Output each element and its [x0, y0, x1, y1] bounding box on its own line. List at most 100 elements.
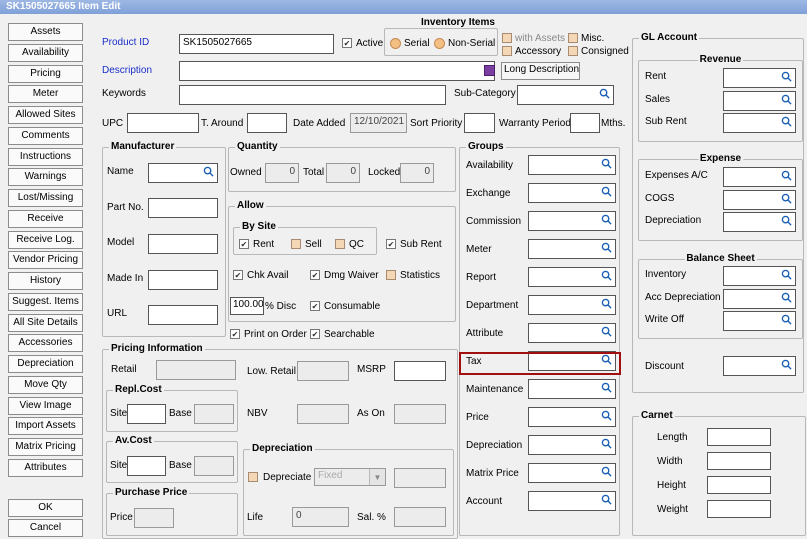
repl-site-input[interactable] [127, 404, 166, 424]
search-icon[interactable] [601, 214, 612, 225]
dmg-waiver-checkbox[interactable] [310, 270, 320, 280]
description-input[interactable] [179, 61, 495, 81]
search-icon[interactable] [601, 298, 612, 309]
non-serial-radio[interactable] [434, 38, 445, 49]
group-input-report[interactable] [528, 267, 616, 287]
made-in-input[interactable] [148, 270, 218, 290]
group-input-commission[interactable] [528, 211, 616, 231]
av-site-input[interactable] [127, 456, 166, 476]
cancel-button[interactable]: Cancel [8, 519, 83, 537]
sidebar-button-history[interactable]: History [8, 272, 83, 290]
serial-radio[interactable] [390, 38, 401, 49]
edit-description-icon[interactable] [484, 65, 495, 76]
search-icon[interactable] [601, 326, 612, 337]
url-input[interactable] [148, 305, 218, 325]
misc-checkbox[interactable] [568, 33, 578, 43]
search-icon[interactable] [601, 242, 612, 253]
sidebar-button-comments[interactable]: Comments [8, 126, 83, 145]
subcategory-input[interactable] [517, 85, 614, 105]
sell-checkbox[interactable] [291, 239, 301, 249]
sidebar-button-attributes[interactable]: Attributes [8, 458, 83, 477]
disc-input[interactable]: 100.00 [230, 297, 264, 315]
print-on-order-checkbox[interactable] [230, 329, 240, 339]
sub-rent-checkbox[interactable] [386, 239, 396, 249]
statistics-checkbox[interactable] [386, 270, 396, 280]
sidebar-button-receive[interactable]: Receive [8, 209, 83, 228]
search-icon[interactable] [601, 186, 612, 197]
part-no-input[interactable] [148, 198, 218, 218]
with-assets-checkbox[interactable] [502, 33, 512, 43]
sidebar-button-lost-missing[interactable]: Lost/Missing [8, 189, 83, 207]
sort-priority-input[interactable] [464, 113, 495, 133]
gl-input-acc-depreciation[interactable] [723, 288, 796, 309]
group-input-meter[interactable] [528, 239, 616, 259]
gl-input-expenses-a-c[interactable] [723, 167, 796, 187]
gl-input-depreciation[interactable] [723, 212, 796, 232]
carnet-input-width[interactable] [707, 452, 771, 470]
chk-avail-checkbox[interactable] [233, 270, 243, 280]
group-input-department[interactable] [528, 295, 616, 315]
searchable-checkbox[interactable] [310, 329, 320, 339]
sidebar-button-availability[interactable]: Availability [8, 43, 83, 62]
gl-input-write-off[interactable] [723, 311, 796, 331]
sidebar-button-assets[interactable]: Assets [8, 23, 83, 41]
gl-input-sales[interactable] [723, 90, 796, 111]
sidebar-button-vendor-pricing[interactable]: Vendor Pricing [8, 251, 83, 270]
turnaround-input[interactable] [247, 113, 287, 133]
group-input-attribute[interactable] [528, 323, 616, 343]
search-icon[interactable] [203, 166, 214, 177]
sidebar-button-all-site-details[interactable]: All Site Details [8, 313, 83, 332]
sidebar-button-view-image[interactable]: View Image [8, 396, 83, 415]
search-icon[interactable] [601, 158, 612, 169]
search-icon[interactable] [781, 359, 792, 370]
sidebar-button-allowed-sites[interactable]: Allowed Sites [8, 106, 83, 124]
group-input-availability[interactable] [528, 155, 616, 175]
group-input-exchange[interactable] [528, 183, 616, 203]
sidebar-button-suggest-items[interactable]: Suggest. Items [8, 292, 83, 311]
product-id-input[interactable]: SK1505027665 [179, 34, 334, 54]
depreciate-checkbox[interactable] [248, 472, 258, 482]
search-icon[interactable] [601, 382, 612, 393]
search-icon[interactable] [601, 438, 612, 449]
search-icon[interactable] [781, 215, 792, 226]
gl-input-inventory[interactable] [723, 266, 796, 286]
accessory-checkbox[interactable] [502, 46, 512, 56]
msrp-input[interactable] [394, 361, 446, 381]
gl-input-rent[interactable] [723, 68, 796, 88]
search-icon[interactable] [781, 292, 792, 303]
long-description-button[interactable]: Long Description [501, 62, 580, 80]
search-icon[interactable] [781, 116, 792, 127]
qc-checkbox[interactable] [335, 239, 345, 249]
consumable-checkbox[interactable] [310, 301, 320, 311]
group-input-account[interactable] [528, 491, 616, 511]
sidebar-button-move-qty[interactable]: Move Qty [8, 375, 83, 394]
manufacturer-name-input[interactable] [148, 163, 218, 183]
upc-input[interactable] [127, 113, 199, 133]
search-icon[interactable] [781, 170, 792, 181]
warranty-input[interactable] [570, 113, 600, 133]
group-input-maintenance[interactable] [528, 379, 616, 399]
sidebar-button-receive-log[interactable]: Receive Log. [8, 230, 83, 249]
search-icon[interactable] [781, 314, 792, 325]
carnet-input-length[interactable] [707, 428, 771, 446]
sidebar-button-matrix-pricing[interactable]: Matrix Pricing [8, 438, 83, 456]
search-icon[interactable] [601, 494, 612, 505]
keywords-input[interactable] [179, 85, 446, 105]
sidebar-button-meter[interactable]: Meter [8, 85, 83, 104]
gl-input-cogs[interactable] [723, 189, 796, 210]
search-icon[interactable] [781, 71, 792, 82]
sidebar-button-import-assets[interactable]: Import Assets [8, 417, 83, 436]
gl-input-sub-rent[interactable] [723, 113, 796, 133]
sidebar-button-pricing[interactable]: Pricing [8, 64, 83, 83]
group-input-depreciation[interactable] [528, 435, 616, 455]
search-icon[interactable] [781, 94, 792, 105]
model-input[interactable] [148, 234, 218, 254]
carnet-input-weight[interactable] [707, 500, 771, 518]
search-icon[interactable] [601, 270, 612, 281]
group-input-matrix-price[interactable] [528, 463, 616, 483]
active-checkbox[interactable] [342, 38, 352, 48]
carnet-input-height[interactable] [707, 476, 771, 494]
search-icon[interactable] [601, 410, 612, 421]
sidebar-button-warnings[interactable]: Warnings [8, 168, 83, 187]
sidebar-button-accessories[interactable]: Accessories [8, 334, 83, 353]
